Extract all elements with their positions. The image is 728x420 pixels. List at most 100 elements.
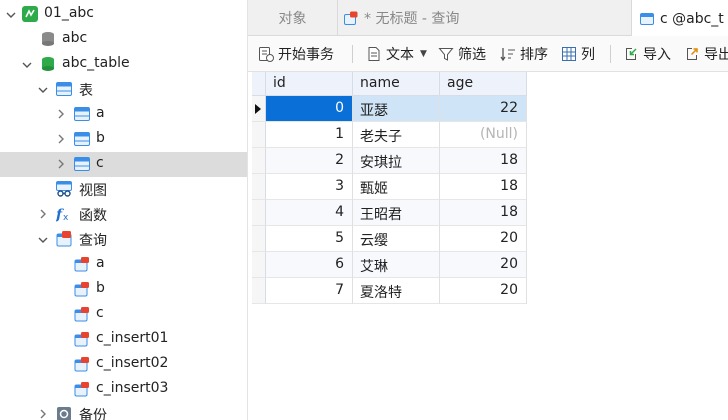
function-icon: fx xyxy=(55,206,72,223)
cell-id[interactable]: 0 xyxy=(266,96,353,122)
tree-node-table-c[interactable]: c xyxy=(0,152,247,177)
column-header-age[interactable]: age xyxy=(440,72,527,96)
cell-age[interactable]: 20 xyxy=(440,226,527,252)
row-indicator[interactable] xyxy=(252,122,266,148)
cell-name[interactable]: 王昭君 xyxy=(353,200,440,226)
cell-age[interactable]: 18 xyxy=(440,174,527,200)
filter-label: 筛选 xyxy=(458,47,486,63)
table-tab-icon xyxy=(640,12,654,25)
cell-id[interactable]: 7 xyxy=(266,278,353,304)
cell-id[interactable]: 5 xyxy=(266,226,353,252)
chevron-right-icon[interactable] xyxy=(38,209,48,219)
tree-node-queries[interactable]: 查询 xyxy=(0,227,247,252)
cell-name[interactable]: 老夫子 xyxy=(353,122,440,148)
tree-node-functions[interactable]: fx 函数 xyxy=(0,202,247,227)
row-indicator[interactable] xyxy=(252,96,266,122)
tree-label: a xyxy=(96,255,105,271)
cell-name[interactable]: 甄姬 xyxy=(353,174,440,200)
chevron-down-icon[interactable] xyxy=(38,235,48,245)
chevron-right-icon[interactable] xyxy=(56,134,66,144)
cell-age[interactable]: 20 xyxy=(440,252,527,278)
tree-label: abc xyxy=(62,30,88,46)
chevron-down-icon[interactable] xyxy=(22,60,32,70)
tree-node-query-a[interactable]: a xyxy=(0,252,247,277)
columns-button[interactable]: 列 xyxy=(561,43,595,65)
connection-icon xyxy=(22,6,38,22)
filter-button[interactable]: 筛选 xyxy=(438,43,486,65)
column-header-name[interactable]: name xyxy=(353,72,440,96)
query-folder-icon xyxy=(56,231,72,247)
export-icon xyxy=(687,48,698,60)
chevron-right-icon[interactable] xyxy=(56,109,66,119)
cell-id[interactable]: 2 xyxy=(266,148,353,174)
tree-node-table-b[interactable]: b xyxy=(0,127,247,152)
cell-age[interactable]: (Null) xyxy=(440,122,527,148)
cell-name[interactable]: 安琪拉 xyxy=(353,148,440,174)
query-tab-icon xyxy=(344,11,358,25)
tab-label: * 无标题 - 查询 xyxy=(364,11,460,27)
cell-age[interactable]: 22 xyxy=(440,96,527,122)
tree-label: a xyxy=(96,105,105,121)
tree-label: 函数 xyxy=(79,208,107,224)
cell-name[interactable]: 云缨 xyxy=(353,226,440,252)
toolbar-divider xyxy=(352,45,353,63)
import-button[interactable]: 导入 xyxy=(623,43,671,65)
chevron-right-icon[interactable] xyxy=(56,159,66,169)
text-button[interactable]: 文本 ▼ xyxy=(366,43,427,65)
tree-node-query-c-insert02[interactable]: c_insert02 xyxy=(0,352,247,377)
toolbar-divider xyxy=(610,45,611,63)
tree-node-query-c[interactable]: c xyxy=(0,302,247,327)
tree-node-tables[interactable]: 表 xyxy=(0,77,247,102)
row-indicator[interactable] xyxy=(252,278,266,304)
export-button[interactable]: 导出 xyxy=(684,43,728,65)
cell-age[interactable]: 18 xyxy=(440,200,527,226)
tables-folder-icon xyxy=(56,81,72,97)
tree-node-database-abc-table[interactable]: abc_table xyxy=(0,52,247,77)
tree-label: c_insert01 xyxy=(96,330,169,346)
text-label: 文本 xyxy=(386,47,414,63)
tab-table-c[interactable]: c @abc_t xyxy=(632,0,728,37)
tab-objects[interactable]: 对象 xyxy=(248,0,338,36)
import-icon xyxy=(626,48,637,60)
tab-untitled-query[interactable]: * 无标题 - 查询 xyxy=(338,0,632,36)
tree-node-query-b[interactable]: b xyxy=(0,277,247,302)
chevron-down-icon[interactable] xyxy=(6,10,16,20)
row-indicator[interactable] xyxy=(252,252,266,278)
tree-label: 查询 xyxy=(79,233,107,249)
object-tree[interactable]: 01_abc abc abc_table 表 a b c 视图 f x 函数 查… xyxy=(0,0,248,420)
cell-age[interactable]: 18 xyxy=(440,148,527,174)
cell-id[interactable]: 3 xyxy=(266,174,353,200)
tree-label: c xyxy=(96,305,104,321)
tree-node-query-c-insert01[interactable]: c_insert01 xyxy=(0,327,247,352)
sort-button[interactable]: 排序 xyxy=(500,43,548,65)
tree-node-database-abc[interactable]: abc xyxy=(0,27,247,52)
cell-id[interactable]: 6 xyxy=(266,252,353,278)
tab-bar: 对象 * 无标题 - 查询 c @abc_t xyxy=(248,0,728,37)
import-label: 导入 xyxy=(643,47,671,63)
cell-name[interactable]: 亚瑟 xyxy=(353,96,440,122)
cell-age[interactable]: 20 xyxy=(440,278,527,304)
tree-node-table-a[interactable]: a xyxy=(0,102,247,127)
tree-label: c_insert02 xyxy=(96,355,169,371)
column-header-id[interactable]: id xyxy=(266,72,353,96)
begin-transaction-label: 开始事务 xyxy=(278,47,334,63)
tree-node-query-c-insert03[interactable]: c_insert03 xyxy=(0,377,247,402)
row-indicator[interactable] xyxy=(252,148,266,174)
tree-node-backups[interactable]: 备份 xyxy=(0,402,247,420)
cell-id[interactable]: 1 xyxy=(266,122,353,148)
row-indicator[interactable] xyxy=(252,200,266,226)
tree-node-views[interactable]: 视图 xyxy=(0,177,247,202)
chevron-down-icon[interactable] xyxy=(38,85,48,95)
query-icon xyxy=(74,256,90,272)
chevron-right-icon[interactable] xyxy=(38,409,48,419)
query-icon xyxy=(74,281,90,297)
database-green-icon xyxy=(40,56,56,72)
row-indicator[interactable] xyxy=(252,226,266,252)
cell-name[interactable]: 艾琳 xyxy=(353,252,440,278)
cell-name[interactable]: 夏洛特 xyxy=(353,278,440,304)
tree-node-connection[interactable]: 01_abc xyxy=(0,2,247,27)
row-indicator[interactable] xyxy=(252,174,266,200)
begin-transaction-button[interactable]: 开始事务 xyxy=(258,43,334,65)
text-document-icon xyxy=(368,47,380,61)
cell-id[interactable]: 4 xyxy=(266,200,353,226)
